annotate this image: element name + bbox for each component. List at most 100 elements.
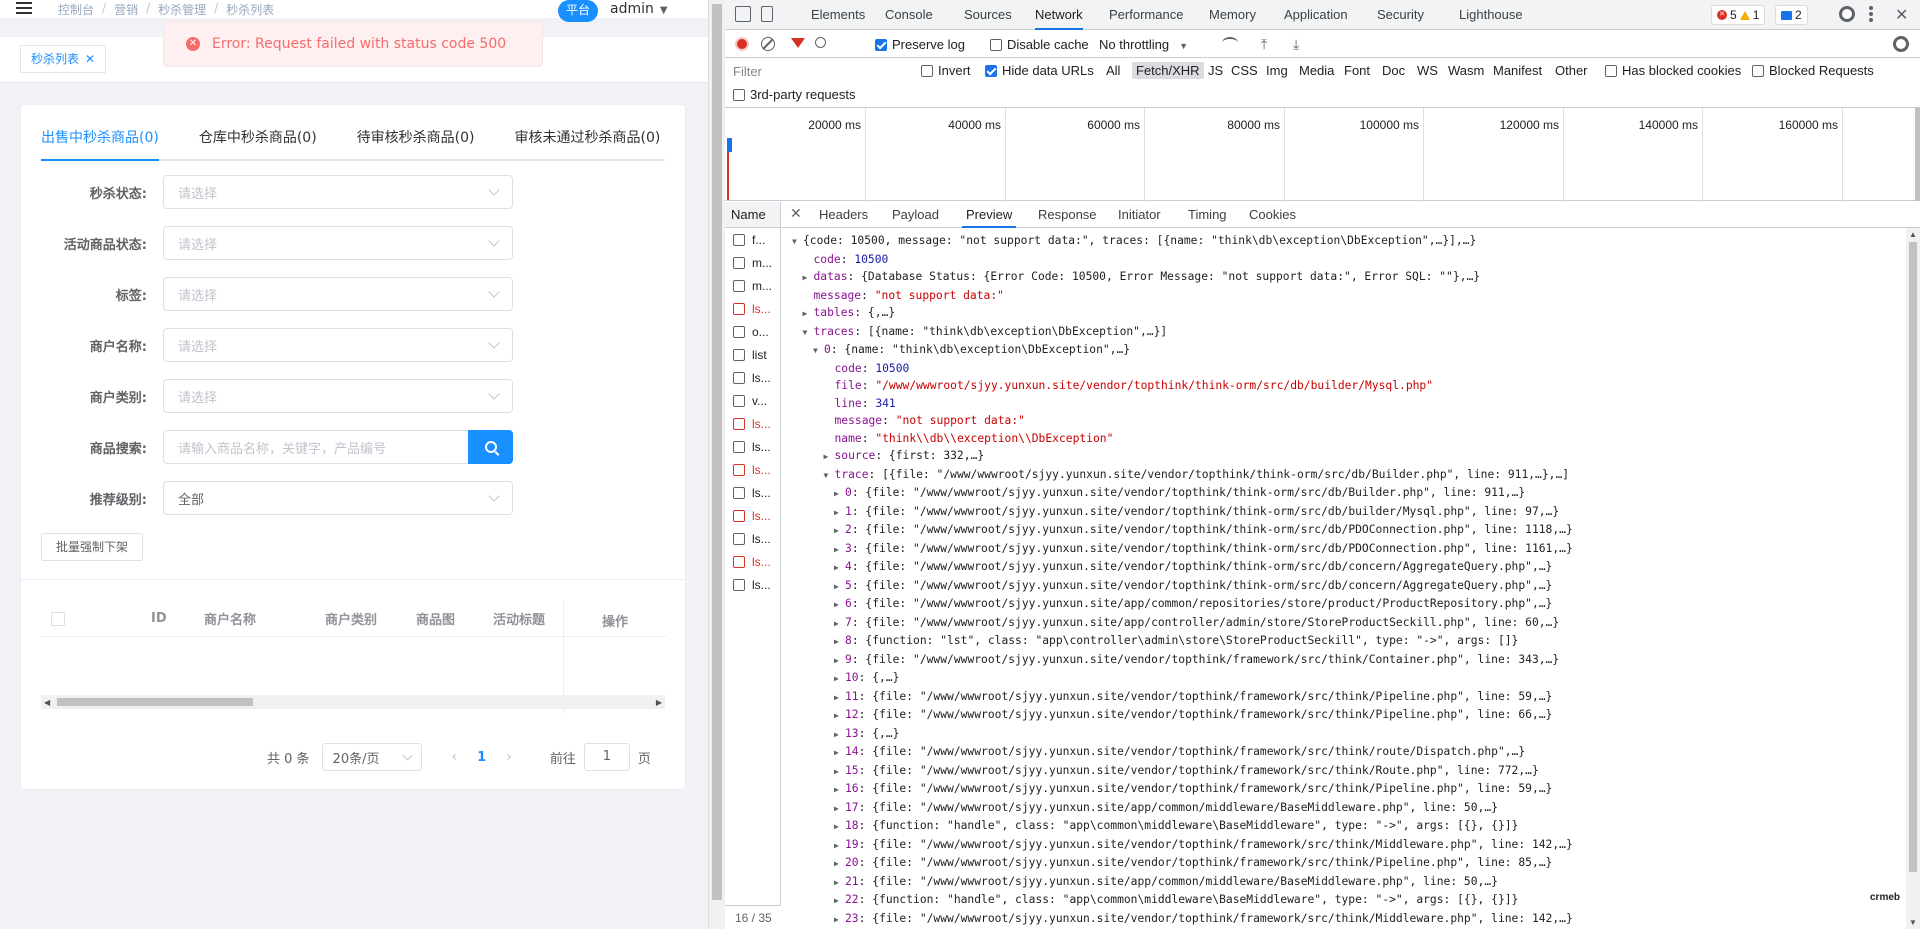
search-button[interactable]: [468, 430, 513, 464]
close-devtools-icon[interactable]: ✕: [1895, 5, 1908, 25]
collapsed-triangle-icon[interactable]: ▶: [834, 744, 845, 762]
scroll-up-icon[interactable]: ▲: [1909, 230, 1917, 239]
search-icon[interactable]: [815, 37, 826, 48]
tab-preview[interactable]: Preview: [962, 202, 1017, 228]
settings-gear-icon[interactable]: [1839, 6, 1855, 22]
collapsed-triangle-icon[interactable]: ▶: [834, 763, 845, 781]
blocked-requests-checkbox[interactable]: Blocked Requests: [1752, 63, 1874, 78]
tag-seckill-list[interactable]: 秒杀列表 ✕: [20, 45, 107, 73]
tab-in-warehouse[interactable]: 仓库中秒杀商品(0): [199, 129, 317, 161]
request-row[interactable]: ls...: [725, 504, 780, 527]
json-tree-line[interactable]: ▶ 10: {,…}: [782, 669, 1906, 688]
throttling-select[interactable]: No throttling ▼: [1099, 37, 1188, 52]
json-tree-line[interactable]: ▼ {code: 10500, message: "not support dat…: [782, 232, 1906, 251]
collapsed-triangle-icon[interactable]: ▶: [834, 559, 845, 577]
request-row[interactable]: list: [725, 343, 780, 366]
collapsed-triangle-icon[interactable]: ▶: [834, 781, 845, 799]
select-all-checkbox[interactable]: [51, 612, 65, 626]
tab-response[interactable]: Response: [1038, 202, 1097, 228]
request-row[interactable]: ls...: [725, 573, 780, 596]
collapsed-triangle-icon[interactable]: ▶: [834, 504, 845, 522]
type-filter-ws[interactable]: WS: [1417, 63, 1438, 78]
messages-badge[interactable]: 2: [1775, 5, 1808, 25]
json-tree-line[interactable]: ▶ 13: {,…}: [782, 725, 1906, 744]
filter-icon[interactable]: [791, 38, 805, 48]
user-menu[interactable]: admin ▼: [610, 1, 668, 17]
breadcrumb-item-seckill[interactable]: 秒杀管理: [158, 1, 206, 18]
type-filter-media[interactable]: Media: [1299, 63, 1334, 78]
collapsed-triangle-icon[interactable]: ▶: [803, 305, 814, 323]
type-filter-fetch-xhr[interactable]: Fetch/XHR: [1132, 62, 1204, 79]
tab-payload[interactable]: Payload: [892, 202, 939, 228]
request-row[interactable]: ls...: [725, 550, 780, 573]
scroll-right-icon[interactable]: ▶: [656, 698, 662, 707]
json-tree-line[interactable]: ▶ 19: {file: "/www/wwwroot/sjyy.yunxun.si…: [782, 836, 1906, 855]
breadcrumb-item-marketing[interactable]: 营销: [114, 1, 138, 18]
scrollbar-thumb[interactable]: [1909, 242, 1917, 872]
scroll-down-icon[interactable]: ▼: [1909, 918, 1917, 927]
tab-timing[interactable]: Timing: [1188, 202, 1227, 228]
expanded-triangle-icon[interactable]: ▼: [803, 324, 814, 342]
hide-data-urls-checkbox[interactable]: Hide data URLs: [985, 63, 1094, 78]
tag-select[interactable]: 请选择: [163, 277, 513, 311]
record-icon[interactable]: [735, 37, 749, 51]
json-tree-line[interactable]: ▶ 15: {file: "/www/wwwroot/sjyy.yunxun.si…: [782, 762, 1906, 781]
json-tree-line[interactable]: ▶ 3: {file: "/www/wwwroot/sjyy.yunxun.sit…: [782, 540, 1906, 559]
collapsed-triangle-icon[interactable]: ▶: [834, 578, 845, 596]
json-tree-line[interactable]: ▼ trace: [{file: "/www/wwwroot/sjyy.yunxu…: [782, 466, 1906, 485]
collapsed-triangle-icon[interactable]: ▶: [803, 269, 814, 287]
request-row[interactable]: m...: [725, 274, 780, 297]
has-blocked-cookies-checkbox[interactable]: Has blocked cookies: [1605, 63, 1741, 78]
export-har-icon[interactable]: ⤓: [1293, 36, 1299, 53]
json-tree-line[interactable]: ▶ 0: {file: "/www/wwwroot/sjyy.yunxun.sit…: [782, 484, 1906, 503]
json-tree-line[interactable]: ▶ 18: {function: "handle", class: "app\co…: [782, 817, 1906, 836]
tab-elements[interactable]: Elements: [811, 0, 865, 30]
tab-headers[interactable]: Headers: [819, 202, 868, 228]
preserve-log-checkbox[interactable]: Preserve log: [875, 37, 965, 52]
json-tree-line[interactable]: ▶ source: {first: 332,…}: [782, 447, 1906, 466]
preview-scrollbar[interactable]: ▲ ▼: [1906, 228, 1920, 929]
filter-input[interactable]: Filter: [729, 62, 903, 82]
issues-badge[interactable]: ✕ 5 1: [1711, 5, 1766, 25]
collapsed-triangle-icon[interactable]: ▶: [824, 448, 835, 466]
type-filter-all[interactable]: All: [1106, 63, 1120, 78]
json-tree-line[interactable]: ▶ 2: {file: "/www/wwwroot/sjyy.yunxun.sit…: [782, 521, 1906, 540]
json-tree-line[interactable]: ▶ 4: {file: "/www/wwwroot/sjyy.yunxun.sit…: [782, 558, 1906, 577]
collapsed-triangle-icon[interactable]: ▶: [834, 670, 845, 688]
json-tree-line[interactable]: ▶ tables: {,…}: [782, 304, 1906, 323]
json-tree-line[interactable]: ▶ 12: {file: "/www/wwwroot/sjyy.yunxun.si…: [782, 706, 1906, 725]
close-detail-icon[interactable]: ✕: [790, 205, 802, 222]
json-tree-line[interactable]: ▶ 9: {file: "/www/wwwroot/sjyy.yunxun.sit…: [782, 651, 1906, 670]
collapsed-triangle-icon[interactable]: ▶: [834, 689, 845, 707]
collapsed-triangle-icon[interactable]: ▶: [834, 800, 845, 818]
network-conditions-icon[interactable]: [1222, 37, 1238, 49]
collapsed-triangle-icon[interactable]: ▶: [834, 818, 845, 836]
tab-review-rejected[interactable]: 审核未通过秒杀商品(0): [515, 129, 661, 161]
bulk-force-offline-button[interactable]: 批量强制下架: [41, 533, 144, 561]
more-options-icon[interactable]: [1869, 6, 1873, 22]
timeline-scrollbar[interactable]: [1915, 108, 1920, 201]
tab-cookies[interactable]: Cookies: [1249, 202, 1296, 228]
json-tree-line[interactable]: ▶ 23: {file: "/www/wwwroot/sjyy.yunxun.si…: [782, 910, 1906, 929]
collapsed-triangle-icon[interactable]: ▶: [834, 652, 845, 670]
hamburger-menu-icon[interactable]: [16, 0, 34, 16]
json-tree-line[interactable]: ▶ 22: {function: "handle", class: "app\co…: [782, 891, 1906, 910]
tab-memory[interactable]: Memory: [1209, 0, 1256, 30]
json-tree-line[interactable]: ▶ 11: {file: "/www/wwwroot/sjyy.yunxun.si…: [782, 688, 1906, 707]
collapsed-triangle-icon[interactable]: ▶: [834, 855, 845, 873]
invert-checkbox[interactable]: Invert: [921, 63, 971, 78]
merchant-type-select[interactable]: 请选择: [163, 379, 513, 413]
json-tree-line[interactable]: ▼ traces: [{name: "think\db\exception\DbE…: [782, 323, 1906, 342]
seckill-status-select[interactable]: 请选择: [163, 175, 513, 209]
request-row[interactable]: ls...: [725, 412, 780, 435]
tab-network[interactable]: Network: [1035, 0, 1083, 30]
request-row[interactable]: f...: [725, 228, 780, 251]
type-filter-font[interactable]: Font: [1344, 63, 1370, 78]
request-row[interactable]: ls...: [725, 527, 780, 550]
request-row[interactable]: ls...: [725, 366, 780, 389]
type-filter-wasm[interactable]: Wasm: [1448, 63, 1484, 78]
json-tree-line[interactable]: ▶ datas: {Database Status: {Error Code: 1…: [782, 268, 1906, 287]
breadcrumb-item-console[interactable]: 控制台: [58, 1, 94, 18]
request-row[interactable]: ls...: [725, 297, 780, 320]
collapsed-triangle-icon[interactable]: ▶: [834, 911, 845, 929]
